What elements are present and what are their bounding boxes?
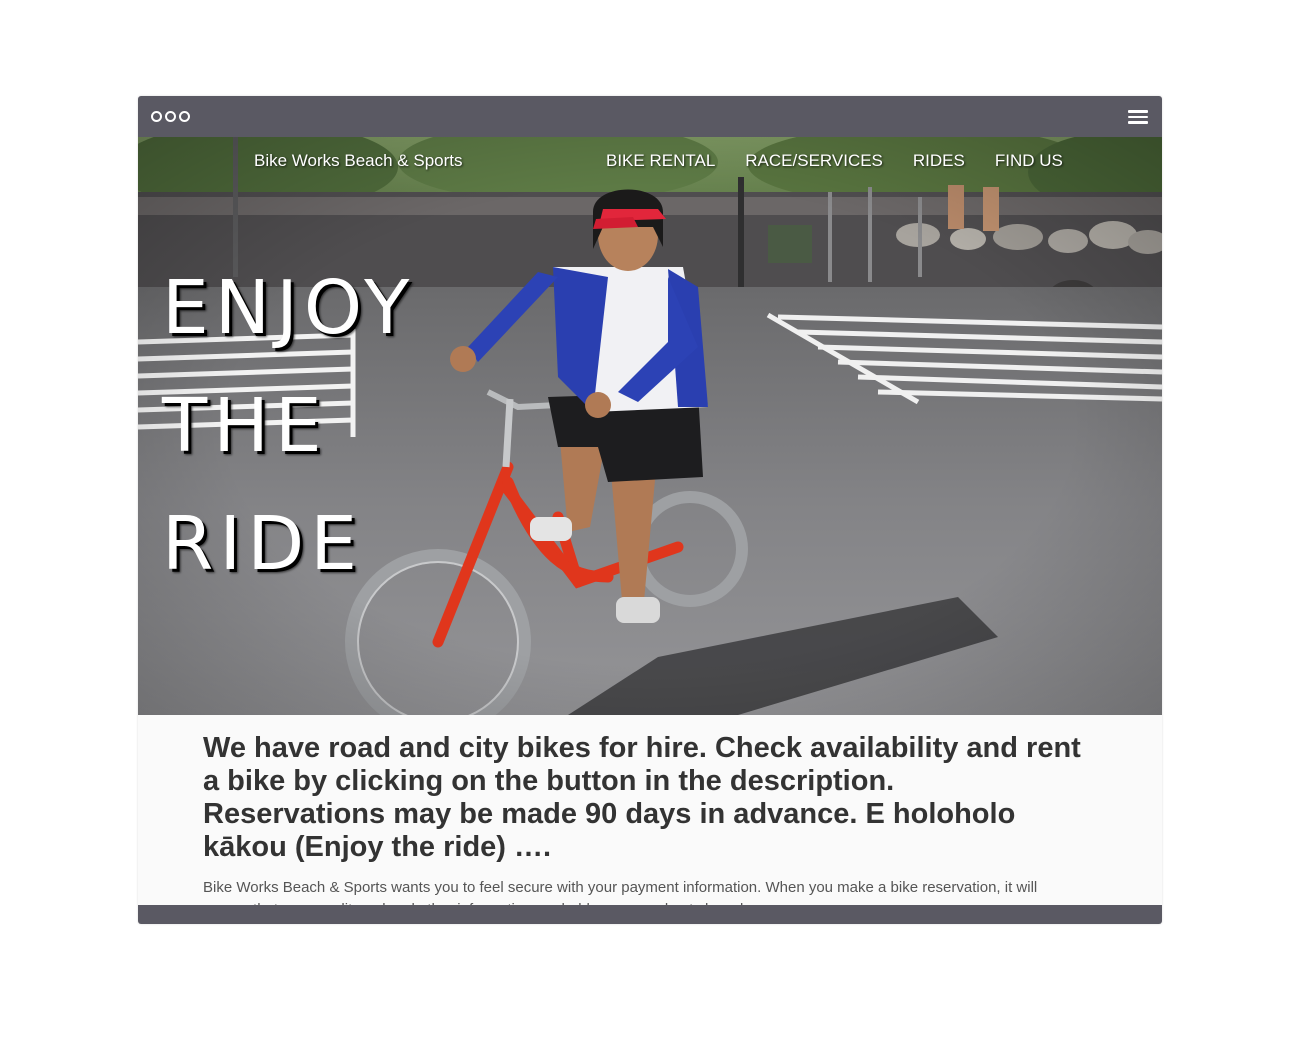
nav-link-rides[interactable]: RIDES [913, 151, 965, 171]
nav-link-find-us[interactable]: FIND US [995, 151, 1063, 171]
browser-bottom-bar [138, 905, 1162, 924]
headline-line: RIDE [162, 501, 363, 587]
headline-line: THE [162, 383, 328, 469]
browser-window: Bike Works Beach & Sports BIKE RENTAL RA… [138, 96, 1162, 924]
nav-link-bike-rental[interactable]: BIKE RENTAL [606, 151, 715, 171]
site-navigation: Bike Works Beach & Sports BIKE RENTAL RA… [138, 137, 1162, 183]
window-dot-icon[interactable] [151, 111, 162, 122]
payment-info-paragraph: Bike Works Beach & Sports wants you to f… [203, 879, 1038, 905]
window-dot-icon[interactable] [179, 111, 190, 122]
nav-link-race-services[interactable]: RACE/SERVICES [745, 151, 883, 171]
window-dot-icon[interactable] [165, 111, 176, 122]
hero-section: Bike Works Beach & Sports BIKE RENTAL RA… [138, 137, 1162, 715]
intro-heading: We have road and city bikes for hire. Ch… [203, 732, 1081, 863]
window-controls-icon [151, 111, 190, 122]
browser-toolbar [138, 96, 1162, 137]
headline-line: ENJOY [162, 265, 416, 351]
site-brand-link[interactable]: Bike Works Beach & Sports [254, 151, 463, 171]
hero-headline: ENJOY THE RIDE [162, 249, 522, 603]
hamburger-menu-icon[interactable] [1128, 110, 1148, 124]
content-section: We have road and city bikes for hire. Ch… [138, 715, 1162, 905]
main-menu: BIKE RENTAL RACE/SERVICES RIDES FIND US [606, 151, 1063, 171]
